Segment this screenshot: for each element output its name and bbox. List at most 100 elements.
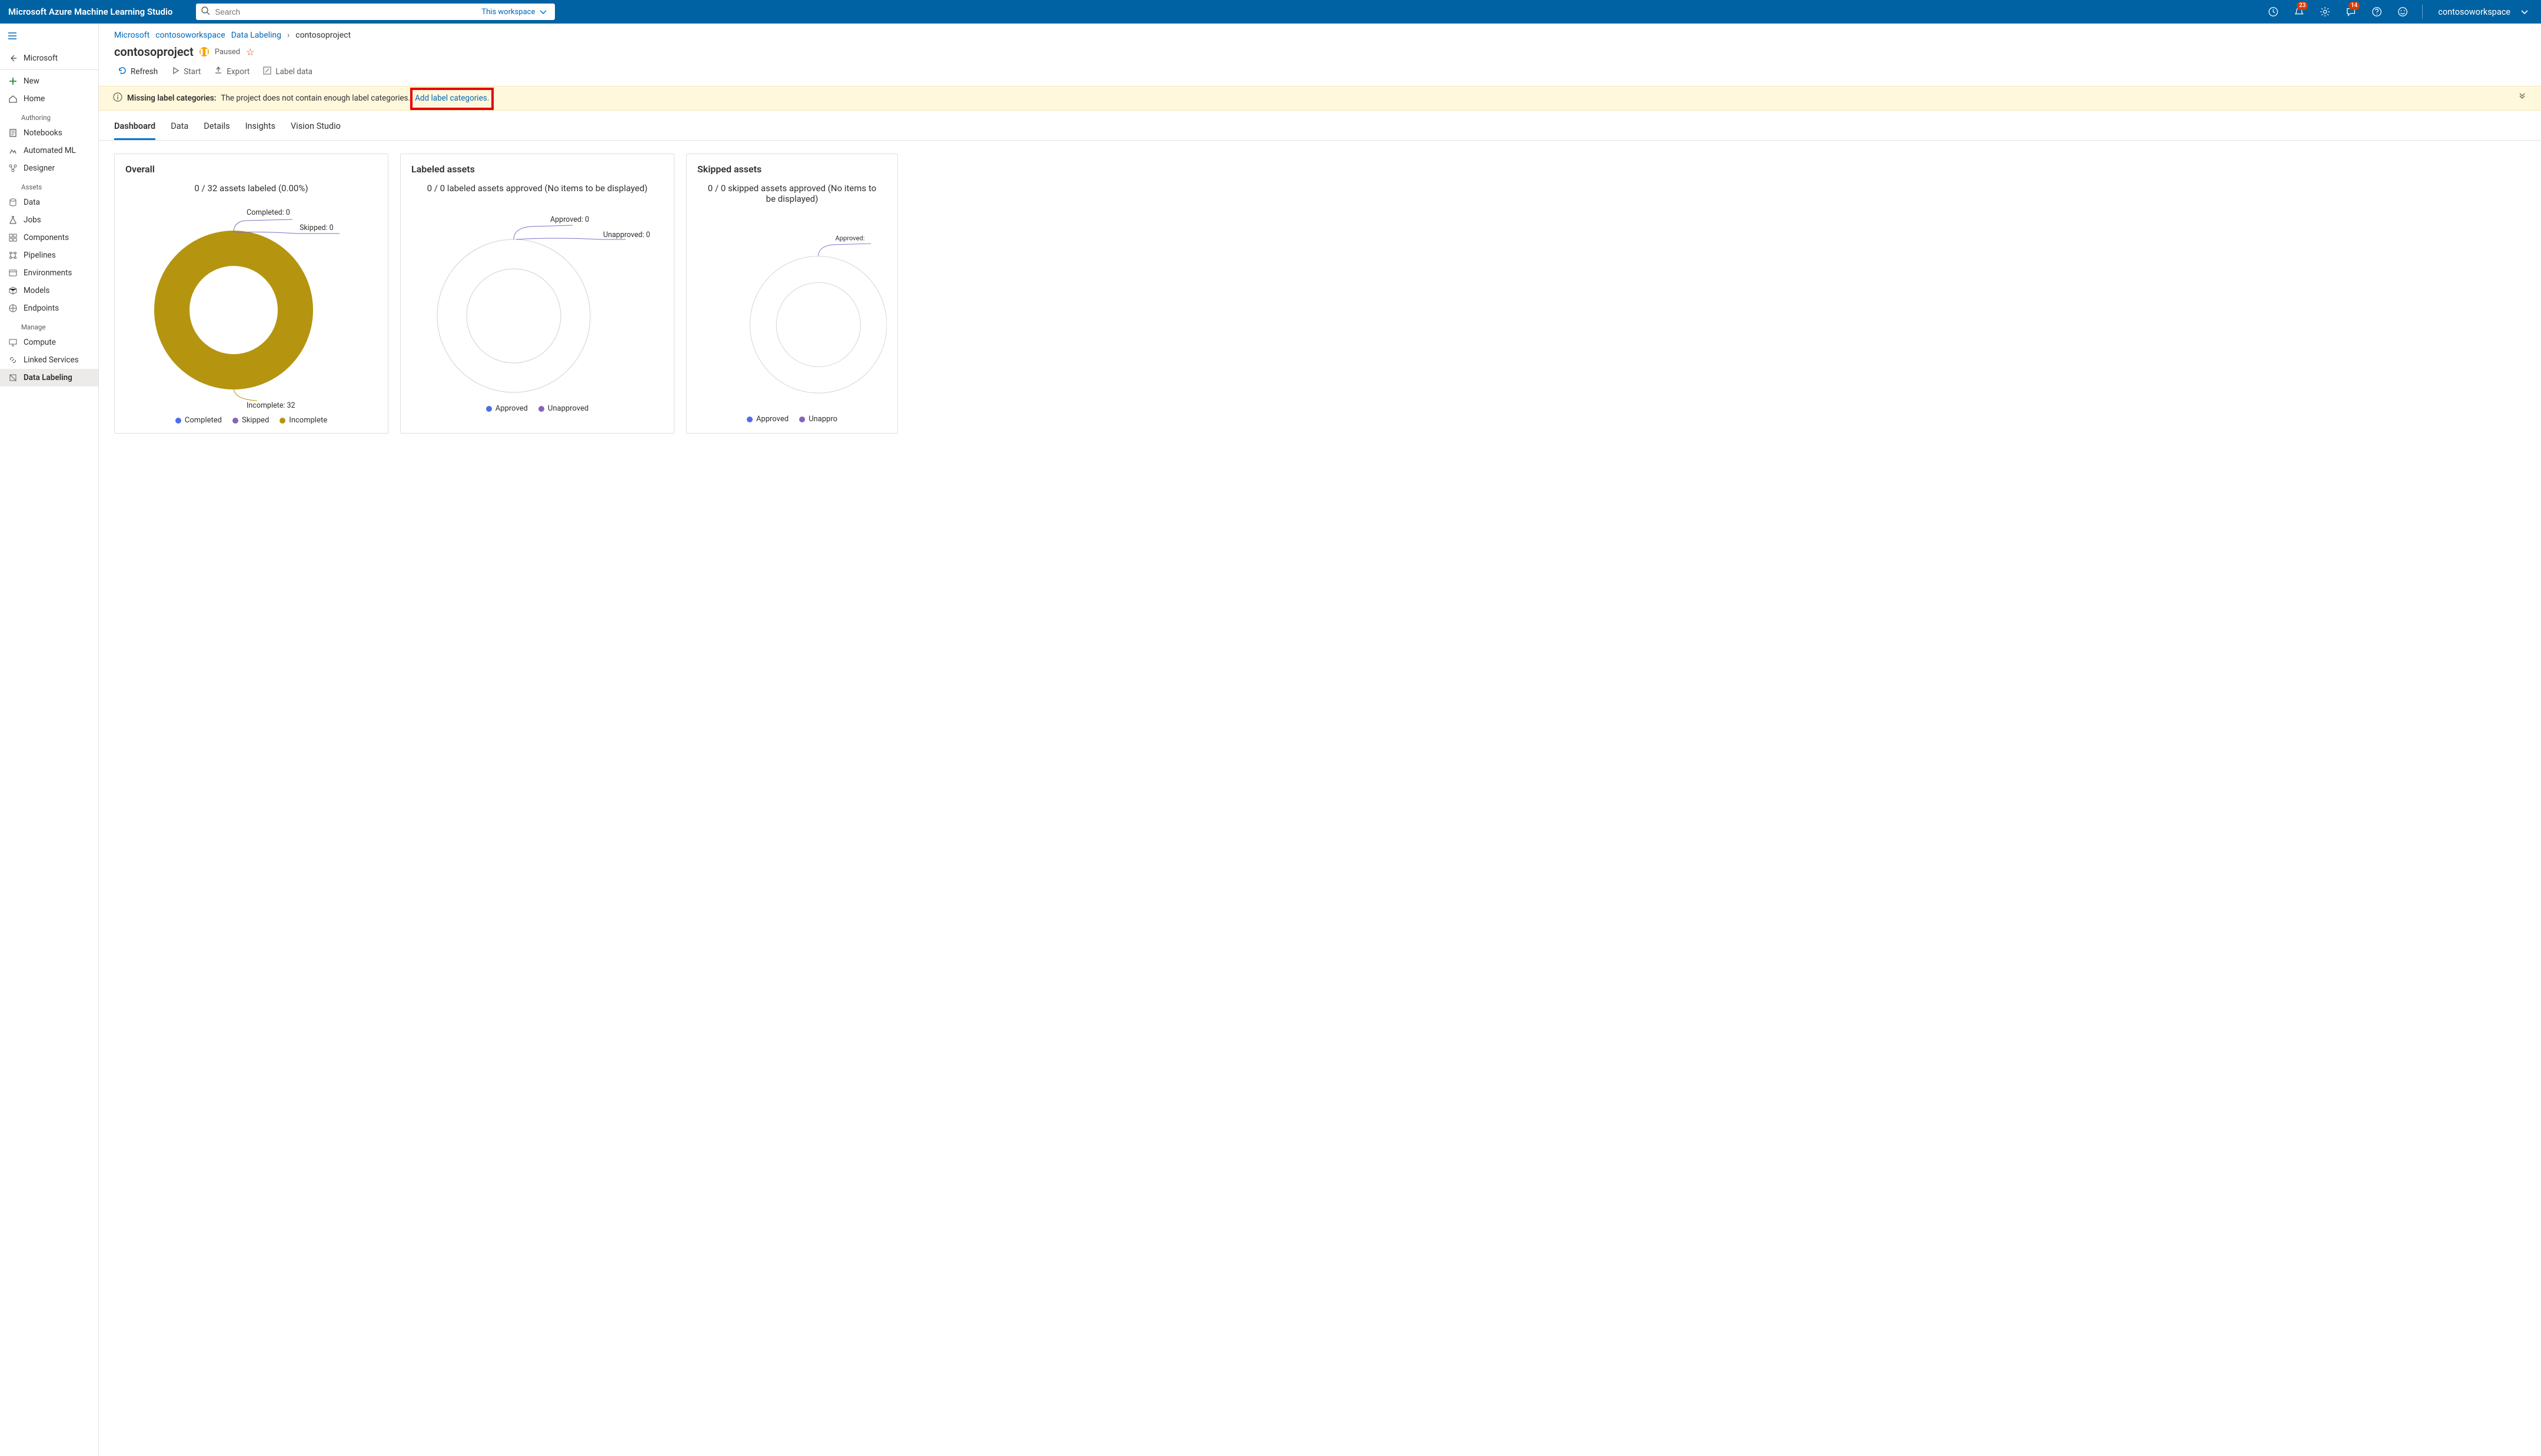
callout-approved: Approved: 0: [550, 215, 589, 224]
sidebar-notebooks[interactable]: Notebooks: [0, 124, 98, 142]
legend-label: Incomplete: [289, 416, 327, 425]
endpoints-icon: [8, 304, 18, 313]
callout-skipped: Skipped: 0: [300, 224, 334, 232]
data-icon: [8, 198, 18, 207]
legend-dot: [538, 406, 544, 412]
page-title-row: contosoproject ❚❚ Paused ☆: [99, 42, 2541, 60]
components-icon: [8, 233, 18, 242]
card-title: Overall: [125, 164, 377, 175]
sidebar-linked-services[interactable]: Linked Services: [0, 351, 98, 369]
legend-dot: [232, 418, 238, 424]
sidebar-back[interactable]: Microsoft: [0, 49, 98, 67]
label-data-button[interactable]: Label data: [262, 66, 312, 78]
sidebar-components[interactable]: Components: [0, 229, 98, 246]
sidebar-toggle[interactable]: [0, 27, 98, 49]
status-text: Paused: [215, 48, 240, 56]
smile-icon[interactable]: [2393, 0, 2413, 24]
export-button[interactable]: Export: [214, 66, 250, 78]
notifications-badge: 23: [2297, 2, 2308, 10]
breadcrumb-workspace[interactable]: contosoworkspace: [155, 31, 225, 40]
toolbar-label: Start: [184, 67, 201, 76]
sidebar-new[interactable]: New: [0, 72, 98, 90]
callout-completed: Completed: 0: [247, 208, 290, 217]
start-button[interactable]: Start: [171, 66, 201, 78]
tab-details[interactable]: Details: [204, 118, 230, 140]
legend-overall: Completed Skipped Incomplete: [125, 416, 377, 425]
pause-icon: ❚❚: [199, 47, 209, 56]
search-input[interactable]: [214, 7, 479, 17]
sidebar-item-label: Models: [24, 286, 50, 295]
legend-item: Skipped: [232, 416, 269, 425]
callout-incomplete: Incomplete: 32: [247, 401, 295, 410]
search-scope[interactable]: This workspace: [479, 7, 550, 16]
legend-dot: [175, 418, 181, 424]
legend-dot: [486, 406, 492, 412]
toolbar-label: Label data: [275, 67, 312, 76]
flask-icon: [8, 215, 18, 225]
sidebar-automated-ml[interactable]: Automated ML: [0, 142, 98, 159]
edit-icon: [262, 66, 272, 78]
toolbar: Refresh Start Export Label data: [99, 60, 2541, 86]
banner-link[interactable]: Add label categories.: [415, 94, 489, 103]
sidebar-item-label: Data: [24, 198, 40, 207]
workspace-picker[interactable]: contosoworkspace: [2432, 7, 2535, 17]
card-subtitle: 0 / 0 labeled assets approved (No items …: [411, 183, 663, 194]
card-subtitle: 0 / 32 assets labeled (0.00%): [125, 183, 377, 194]
breadcrumb-section[interactable]: Data Labeling: [231, 31, 281, 40]
settings-icon[interactable]: [2315, 0, 2335, 24]
sidebar-designer[interactable]: Designer: [0, 159, 98, 177]
banner-collapse[interactable]: [2517, 92, 2527, 104]
sidebar-item-label: Components: [24, 233, 69, 242]
card-skipped: Skipped assets 0 / 0 skipped assets appr…: [686, 154, 898, 434]
sidebar-environments[interactable]: Environments: [0, 264, 98, 282]
notifications-icon[interactable]: 23: [2289, 0, 2309, 24]
sidebar-data-labeling[interactable]: Data Labeling: [0, 369, 98, 387]
legend-label: Approved: [756, 415, 789, 424]
card-overall: Overall 0 / 32 assets labeled (0.00%) Co…: [114, 154, 388, 434]
refresh-button[interactable]: Refresh: [118, 66, 158, 78]
toolbar-label: Refresh: [131, 67, 158, 76]
callout-unapproved: Unapproved: 0: [603, 231, 650, 239]
sidebar-section-assets: Assets: [0, 177, 98, 194]
automl-icon: [8, 146, 18, 155]
tab-insights[interactable]: Insights: [245, 118, 275, 140]
sidebar-models[interactable]: Models: [0, 282, 98, 299]
sidebar-pipelines[interactable]: Pipelines: [0, 246, 98, 264]
header-divider: [2422, 5, 2423, 19]
search-wrap: This workspace: [196, 4, 555, 20]
tab-dashboard[interactable]: Dashboard: [114, 118, 155, 140]
models-icon: [8, 286, 18, 295]
home-icon: [8, 94, 18, 104]
legend-label: Unapproved: [548, 404, 588, 413]
tab-data[interactable]: Data: [171, 118, 188, 140]
sidebar-endpoints[interactable]: Endpoints: [0, 299, 98, 317]
feedback-icon[interactable]: 14: [2341, 0, 2361, 24]
legend-item: Approved: [486, 404, 528, 413]
donut-labeled: Approved: 0 Unapproved: 0: [411, 198, 663, 398]
legend-label: Completed: [185, 416, 222, 425]
notebook-icon: [8, 128, 18, 138]
search-box[interactable]: This workspace: [196, 4, 555, 20]
sidebar-item-label: Notebooks: [24, 128, 62, 138]
divider: [0, 69, 98, 70]
sidebar-jobs[interactable]: Jobs: [0, 211, 98, 229]
sidebar-home[interactable]: Home: [0, 90, 98, 108]
favorite-star[interactable]: ☆: [246, 46, 254, 58]
help-icon[interactable]: [2367, 0, 2387, 24]
banner-message: The project does not contain enough labe…: [221, 94, 410, 103]
sidebar-item-label: Compute: [24, 338, 56, 347]
sidebar-compute[interactable]: Compute: [0, 334, 98, 351]
sidebar-item-label: Endpoints: [24, 304, 59, 313]
designer-icon: [8, 164, 18, 173]
sidebar: Microsoft New Home Authoring Notebooks A…: [0, 24, 99, 1456]
legend-dot: [799, 417, 805, 422]
breadcrumb-root[interactable]: Microsoft: [114, 31, 149, 40]
tab-vision-studio[interactable]: Vision Studio: [291, 118, 341, 140]
chevron-down-icon: [2520, 7, 2529, 16]
sidebar-data[interactable]: Data: [0, 194, 98, 211]
sidebar-item-label: Automated ML: [24, 146, 76, 155]
recent-icon[interactable]: [2263, 0, 2283, 24]
callout-approved: Approved:: [835, 235, 864, 242]
sidebar-item-label: New: [24, 76, 39, 86]
legend-item: Incomplete: [280, 416, 327, 425]
